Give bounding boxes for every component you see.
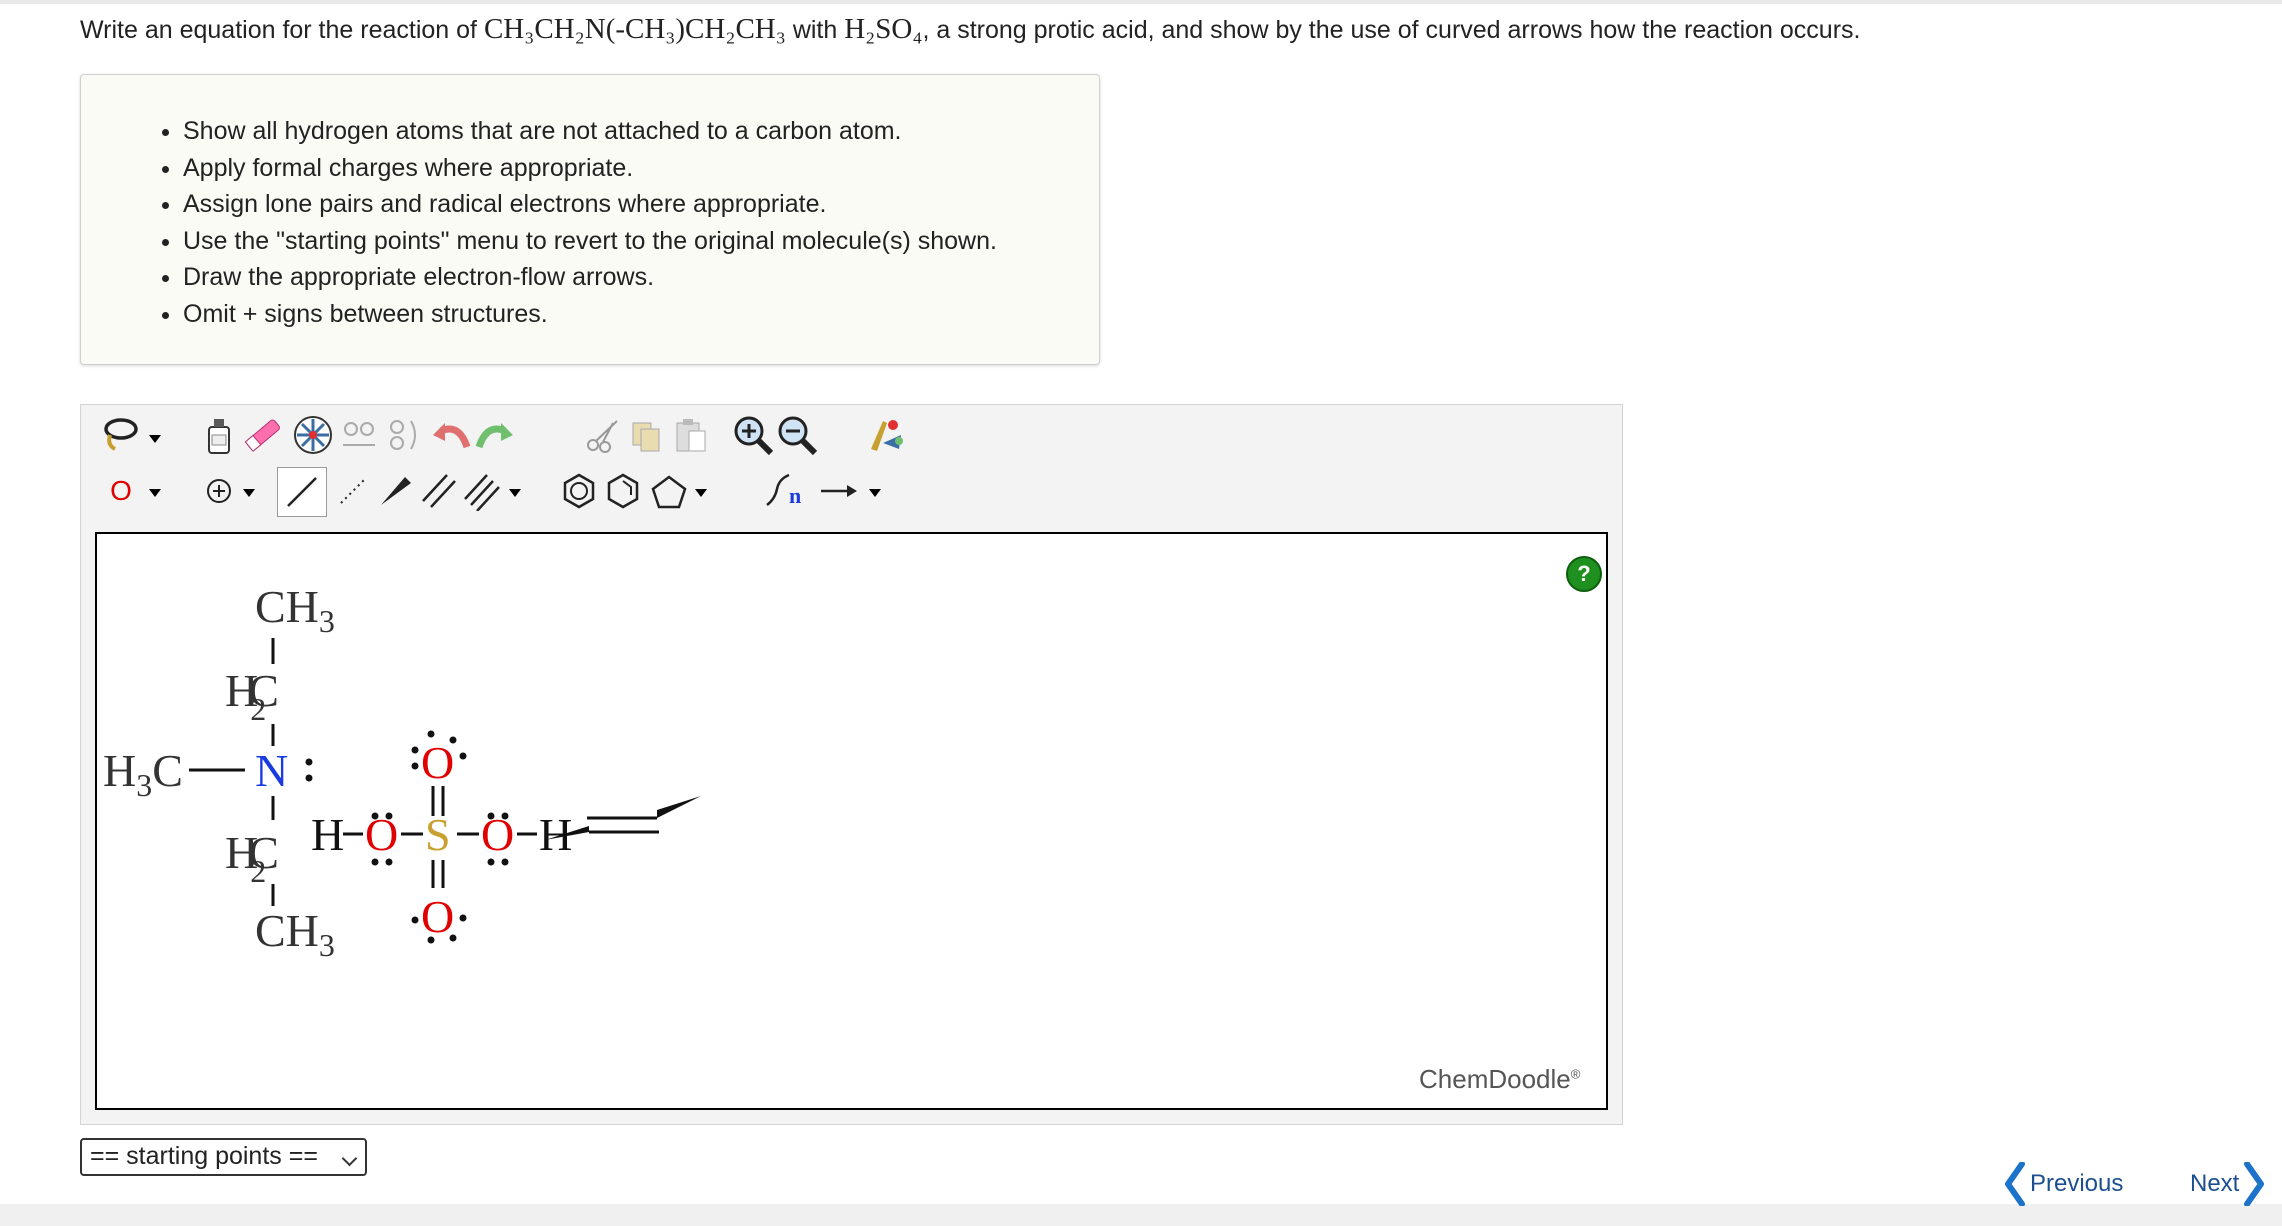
- pentagon-icon[interactable]: [647, 469, 691, 513]
- clear-icon[interactable]: [197, 413, 241, 457]
- instructions-list: Show all hydrogen atoms that are not att…: [81, 113, 1099, 332]
- chevron-down-icon: [341, 1150, 358, 1167]
- zoom-out-icon[interactable]: [775, 413, 819, 457]
- single-bond-icon[interactable]: [277, 467, 327, 517]
- amine-h2c-bottom: H2C: [225, 827, 279, 889]
- center-icon[interactable]: [291, 413, 335, 457]
- amine-bottom-ch3: CH3: [255, 905, 335, 963]
- sulfuric-acid-molecule[interactable]: O H O S O H O: [311, 730, 572, 944]
- acid-sulfur: S: [425, 809, 451, 860]
- instruction-item: Omit + signs between structures.: [183, 296, 1099, 333]
- toolbar-row-2: O n: [91, 467, 991, 519]
- flip-horizontal-icon[interactable]: [337, 413, 381, 457]
- arrow-dropdown[interactable]: [869, 489, 881, 497]
- cut-icon[interactable]: [581, 413, 625, 457]
- question-text: Write an equation for the reaction of CH…: [80, 13, 1861, 45]
- lasso-dropdown[interactable]: [149, 435, 161, 443]
- acid-formula: H₂SO₄: [844, 13, 923, 45]
- wedge-bond-icon[interactable]: [373, 469, 417, 513]
- top-strip: [0, 0, 2282, 4]
- footer-bar: [0, 1204, 2282, 1226]
- atom-label-dropdown[interactable]: [149, 489, 161, 497]
- starting-points-value: == starting points ==: [90, 1142, 318, 1170]
- dashed-bond-icon[interactable]: [331, 469, 375, 513]
- starting-points-select[interactable]: == starting points ==: [80, 1138, 367, 1176]
- acid-left-hydrogen: H: [311, 809, 344, 860]
- zoom-in-icon[interactable]: [731, 413, 775, 457]
- chemdoodle-editor: O n CH3 H2C H3C N H2C CH3 O H O S O H O …: [80, 404, 1623, 1125]
- atom-label-tool[interactable]: O: [99, 469, 143, 513]
- clean-icon[interactable]: [863, 413, 907, 457]
- bond-dropdown[interactable]: [509, 489, 521, 497]
- amine-nitrogen: N: [255, 745, 288, 796]
- help-button[interactable]: ?: [1566, 556, 1602, 592]
- paste-icon[interactable]: [669, 413, 713, 457]
- copy-icon[interactable]: [625, 413, 669, 457]
- undo-icon[interactable]: [429, 413, 473, 457]
- molecule-drawing: CH3 H2C H3C N H2C CH3 O H O S O H O: [103, 581, 701, 963]
- amine-h3c: H3C: [103, 745, 183, 803]
- charge-plus-icon[interactable]: [197, 469, 241, 513]
- chemdoodle-logo: ChemDoodle®: [1419, 1064, 1581, 1094]
- drawing-canvas[interactable]: CH3 H2C H3C N H2C CH3 O H O S O H O ? Ch…: [95, 532, 1608, 1110]
- redo-icon[interactable]: [473, 413, 517, 457]
- benzene-icon[interactable]: [557, 469, 601, 513]
- amine-h2c-top: H2C: [225, 665, 279, 727]
- hexagon-icon[interactable]: [601, 469, 645, 513]
- ring-dropdown[interactable]: [695, 489, 707, 497]
- amine-top-ch3: CH3: [255, 581, 335, 639]
- chevron-right-icon: [2244, 1162, 2265, 1206]
- acid-top-oxygen: O: [421, 737, 454, 788]
- double-bond-icon[interactable]: [417, 469, 461, 513]
- instruction-item: Apply formal charges where appropriate.: [183, 150, 1099, 187]
- next-button[interactable]: Next: [2190, 1162, 2265, 1206]
- flip-vertical-icon[interactable]: [379, 413, 423, 457]
- lasso-tool-icon[interactable]: [99, 413, 143, 457]
- instruction-item: Use the "starting points" menu to revert…: [183, 223, 1099, 260]
- chevron-left-icon: [2005, 1162, 2025, 1206]
- previous-button[interactable]: Previous: [2004, 1162, 2123, 1206]
- reaction-arrow-icon[interactable]: [817, 469, 861, 513]
- instructions-box: Show all hydrogen atoms that are not att…: [80, 74, 1100, 365]
- triple-bond-icon[interactable]: [461, 469, 505, 513]
- toolbar-row-1: [91, 413, 991, 463]
- instruction-item: Assign lone pairs and radical electrons …: [183, 186, 1099, 223]
- charge-dropdown[interactable]: [243, 489, 255, 497]
- eraser-icon[interactable]: [241, 413, 285, 457]
- chain-icon[interactable]: n: [763, 469, 807, 513]
- reactant-formula: CH₃CH₂N(-CH₃)CH₂CH₃: [483, 13, 786, 45]
- instruction-item: Show all hydrogen atoms that are not att…: [183, 113, 1099, 150]
- instruction-item: Draw the appropriate electron-flow arrow…: [183, 259, 1099, 296]
- chain-label: n: [789, 483, 802, 508]
- acid-left-oxygen: O: [365, 809, 398, 860]
- amine-molecule[interactable]: CH3 H2C H3C N H2C CH3: [103, 581, 335, 963]
- acid-right-oxygen: O: [481, 809, 514, 860]
- acid-bottom-oxygen: O: [421, 891, 454, 942]
